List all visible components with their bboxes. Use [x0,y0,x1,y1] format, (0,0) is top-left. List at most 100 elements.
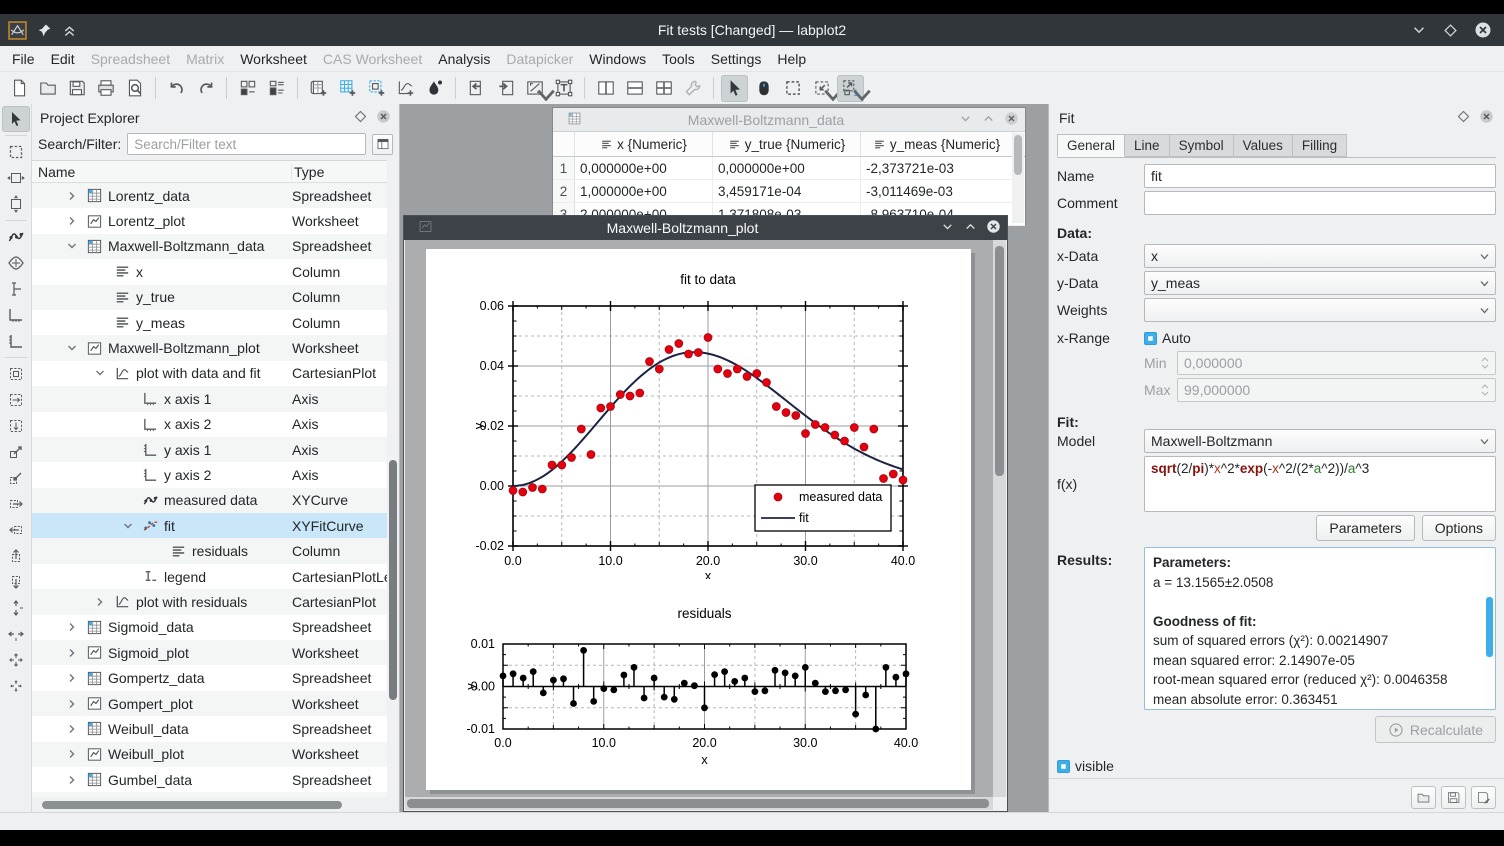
fit-dock-close-icon[interactable] [1471,109,1494,127]
save-function-button[interactable] [1441,786,1466,809]
zoom-select-mode-button[interactable] [779,75,806,102]
tree-horizontal-scrollbar[interactable] [34,800,385,810]
tree-item-y-axis-1[interactable]: y axis 1Axis [32,437,387,462]
density-tool-button[interactable] [2,250,30,276]
tree-item-maxwell-boltzmann-data[interactable]: Maxwell-Boltzmann_dataSpreadsheet [32,234,387,259]
tree-item-gompertz-data[interactable]: Gompertz_dataSpreadsheet [32,665,387,690]
print-button[interactable] [92,75,119,102]
column-header[interactable]: x {Numeric} [575,132,713,156]
min-spinbox[interactable]: 0,000000 [1177,351,1496,375]
tree-item-maxwell-boltzmann-plot[interactable]: Maxwell-Boltzmann_plotWorksheet [32,335,387,360]
tab-symbol[interactable]: Symbol [1170,134,1234,157]
pin-icon[interactable] [37,23,52,38]
results-textbox[interactable]: Parameters:a = 13.1565±2.0508 Goodness o… [1144,547,1496,710]
recalculate-button[interactable]: Recalculate [1375,716,1496,743]
worksheet-window[interactable]: Maxwell-Boltzmann_plot 0.010.020.030.040… [403,215,1008,812]
spreadsheet-row[interactable]: 21,000000e+003,459171e-04-3,011469e-03 [553,180,1025,203]
worksheet-window-titlebar[interactable]: Maxwell-Boltzmann_plot [404,216,1007,240]
residuals-plot[interactable]: 0.010.020.030.040.0-0.010.000.01xyresidu… [459,601,953,771]
tree-item-plot-with-data-and-fit[interactable]: plot with data and fitCartesianPlot [32,361,387,386]
tab-general[interactable]: General [1057,134,1125,157]
auto-scale-x-button[interactable] [2,621,30,647]
tree-item-x-axis-2[interactable]: x axis 2Axis [32,412,387,437]
add-text-label-button[interactable] [550,75,577,102]
menu-worksheet[interactable]: Worksheet [232,48,315,70]
close-icon[interactable] [1474,21,1492,39]
menu-tools[interactable]: Tools [654,48,703,70]
shrink-view-button[interactable] [808,75,835,102]
tree-item-y-meas[interactable]: y_measColumn [32,310,387,335]
select-mode-button[interactable] [721,75,748,102]
tree-item-sigmoid-plot[interactable]: Sigmoid_plotWorksheet [32,640,387,665]
new-project-button[interactable] [5,75,32,102]
spreadsheet-restore-icon[interactable] [973,111,996,129]
weights-combobox[interactable] [1144,298,1496,322]
shift-left-x-button[interactable] [2,517,30,543]
new-workbook-button[interactable] [234,75,261,102]
original-size-button[interactable]: 1 [837,75,864,102]
worksheet-close-icon[interactable] [978,219,1001,237]
tree-item-residuals[interactable]: residualsColumn [32,538,387,563]
tree-item-plot-with-residuals[interactable]: plot with residualsCartesianPlot [32,589,387,614]
dock-float-icon[interactable] [345,109,368,127]
results-scrollbar[interactable] [1485,549,1494,708]
new-worksheet-button[interactable] [363,75,390,102]
spreadsheet-minimize-icon[interactable] [950,111,973,129]
new-datapicker-button[interactable] [421,75,448,102]
zoom-in-selection-button[interactable] [2,361,30,387]
x-axis-tool-button[interactable] [2,302,30,328]
shift-right-x-button[interactable] [2,491,30,517]
tree-item-legend[interactable]: legendCartesianPlotLegend [32,564,387,589]
tree-item-weibull-data[interactable]: Weibull_dataSpreadsheet [32,716,387,741]
parameters-button[interactable]: Parameters [1316,515,1414,541]
zoom-select-region-button[interactable] [2,139,30,165]
tree-column-name[interactable]: Name [32,164,292,180]
spreadsheet-scrollbar[interactable] [1012,133,1024,223]
fit-plot[interactable]: 0.010.020.030.040.0-0.020.000.020.040.06… [459,266,956,579]
fit-to-view-button[interactable] [521,75,548,102]
tab-line[interactable]: Line [1125,134,1170,157]
tree-item-gumbel-plot[interactable]: Gumbel_plotWorksheet [32,792,387,798]
menu-analysis[interactable]: Analysis [430,48,498,70]
maximize-icon[interactable] [1443,23,1458,38]
menu-edit[interactable]: Edit [43,48,83,70]
split-grid-button[interactable] [650,75,677,102]
xrange-auto-checkbox[interactable] [1144,332,1157,345]
tree-item-sigmoid-data[interactable]: Sigmoid_dataSpreadsheet [32,615,387,640]
spreadsheet-window[interactable]: Maxwell-Boltzmann_data x {Numeric}y_true… [552,107,1026,225]
shift-up-y-button[interactable] [2,543,30,569]
columns-settings-button[interactable] [372,134,393,155]
save-project-button[interactable] [63,75,90,102]
ydata-combobox[interactable]: y_meas [1144,271,1496,295]
xdata-combobox[interactable]: x [1144,244,1496,268]
cursor-tool-button[interactable] [2,276,30,302]
fit-dock-float-icon[interactable] [1448,109,1471,127]
tree-item-y-true[interactable]: y_trueColumn [32,285,387,310]
tree-item-gumbel-data[interactable]: Gumbel_dataSpreadsheet [32,767,387,792]
dock-close-icon[interactable] [368,109,391,127]
shift-down-y-button[interactable] [2,569,30,595]
menu-file[interactable]: File [4,48,43,70]
undo-button[interactable] [163,75,190,102]
split-vertical-button[interactable] [592,75,619,102]
spreadsheet-window-titlebar[interactable]: Maxwell-Boltzmann_data [553,108,1025,132]
export-button[interactable] [492,75,519,102]
tree-item-lorentz-plot[interactable]: Lorentz_plotWorksheet [32,208,387,233]
tree-item-x[interactable]: xColumn [32,259,387,284]
max-spinbox[interactable]: 99,000000 [1177,378,1496,402]
open-project-button[interactable] [34,75,61,102]
tab-filling[interactable]: Filling [1293,134,1347,157]
new-folder-button[interactable] [263,75,290,102]
zoom-in-button[interactable] [2,439,30,465]
search-input[interactable]: Search/Filter text [127,133,366,155]
mouse-select-mode-button[interactable] [2,106,30,132]
column-header[interactable]: y_meas {Numeric} [861,132,1013,156]
visible-checkbox[interactable] [1057,760,1070,773]
import-data-button[interactable] [463,75,490,102]
worksheet-vertical-scrollbar[interactable] [993,240,1006,797]
tree-item-y-axis-2[interactable]: y axis 2Axis [32,462,387,487]
model-combobox[interactable]: Maxwell-Boltzmann [1144,429,1496,453]
new-matrix-button[interactable] [334,75,361,102]
zoom-in-x-button[interactable] [2,387,30,413]
tree-item-measured-data[interactable]: measured dataXYCurve [32,488,387,513]
